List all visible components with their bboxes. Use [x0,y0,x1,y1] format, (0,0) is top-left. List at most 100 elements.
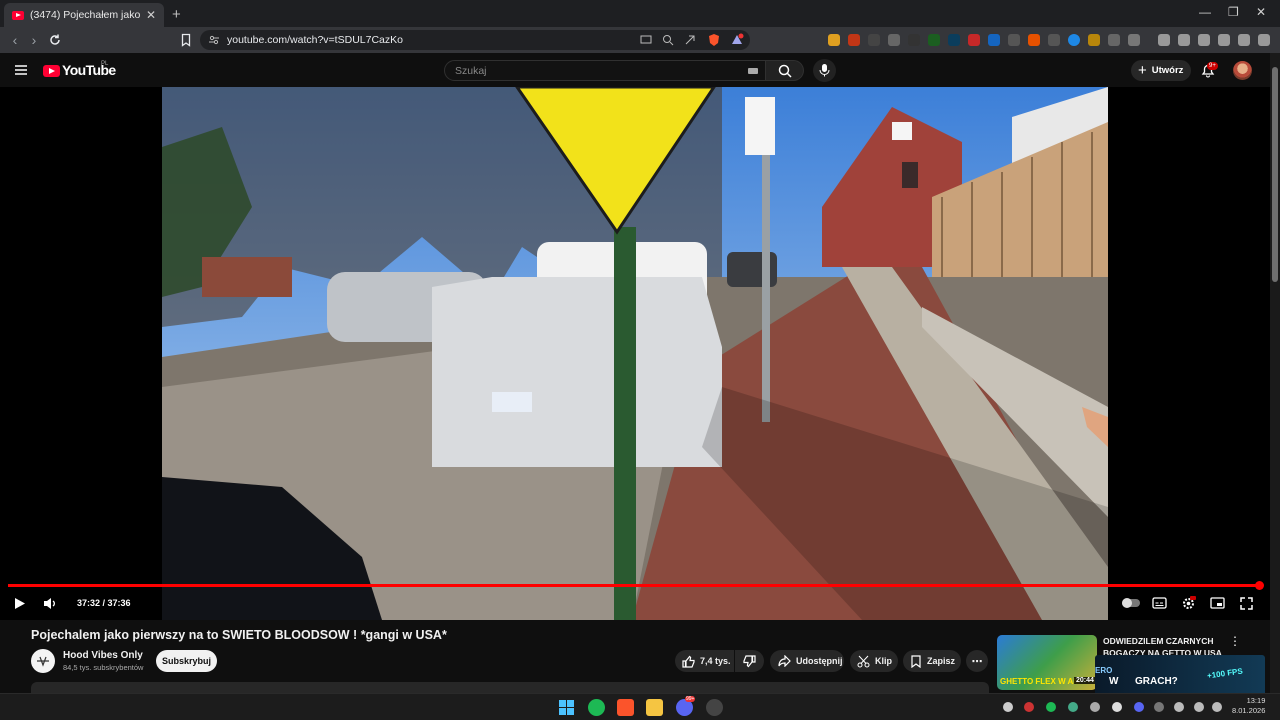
extension-icon[interactable] [968,34,980,46]
wallet-icon[interactable] [1198,34,1210,46]
share-label: Udostępnij [796,656,843,666]
dislike-button[interactable] [735,650,764,672]
tray-icon[interactable] [1154,702,1164,712]
tray-icon[interactable] [1134,702,1144,712]
tray-icon[interactable] [1090,702,1100,712]
subscribe-button[interactable]: Subskrybuj [156,650,217,672]
thumbs-down-icon [743,654,756,668]
url-text: youtube.com/watch?v=tSDUL7CazKo [227,34,403,46]
media-control-icon[interactable] [1158,34,1170,46]
overlay-ad-banner[interactable]: ERO W GRACH? +100 FPS [1095,655,1265,697]
site-settings-icon[interactable] [208,34,220,46]
extension-icon[interactable] [1008,34,1020,46]
voice-search-button[interactable] [813,59,836,82]
cast-icon[interactable] [640,34,652,46]
extension-icon[interactable] [888,34,900,46]
back-icon[interactable]: ‹ [6,31,24,49]
speaker-icon[interactable] [1212,702,1222,712]
youtube-logo-icon[interactable] [43,65,60,77]
extension-icon[interactable] [908,34,920,46]
windows-start-icon[interactable] [558,699,575,716]
progress-bar[interactable] [8,584,1259,587]
extension-icon[interactable] [928,34,940,46]
tray-icon[interactable] [1003,702,1013,712]
avatar[interactable] [1233,61,1252,80]
tray-icon[interactable] [1046,702,1056,712]
save-button[interactable]: Zapisz [903,650,961,672]
extension-icon[interactable] [988,34,1000,46]
ad-fps-badge: +100 FPS [1206,666,1244,681]
forward-icon[interactable]: › [25,31,43,49]
youtube-favicon-icon [12,10,24,20]
share-icon[interactable] [684,34,696,46]
zoom-icon[interactable] [662,34,674,46]
monitor-icon[interactable] [1194,702,1204,712]
progress-scrubber[interactable] [1255,581,1264,590]
extension-icon[interactable] [848,34,860,46]
brave-shields-icon[interactable] [707,33,721,47]
channel-name[interactable]: Hood Vibes Only [63,650,143,661]
autoplay-toggle[interactable] [1121,597,1141,609]
scrollbar-thumb[interactable] [1272,67,1278,282]
miniplayer-icon[interactable] [1210,597,1225,609]
clip-button[interactable]: Klip [850,650,898,672]
subtitles-icon[interactable] [1152,597,1167,609]
play-button[interactable] [13,597,26,610]
maximize-button[interactable]: ❐ [1228,5,1239,19]
network-icon[interactable] [1174,702,1184,712]
extensions-puzzle-icon[interactable] [1108,34,1120,46]
page-scrollbar[interactable] [1270,53,1280,693]
create-button[interactable]: + Utwórz [1131,60,1191,81]
subscriber-count: 84,5 tys. subskrybentów [63,663,144,672]
volume-icon[interactable] [43,597,57,610]
brave-browser-icon[interactable] [617,699,634,716]
hamburger-menu-icon[interactable] [14,63,28,77]
bookmark-icon[interactable] [177,31,195,49]
vpn-icon[interactable] [1238,34,1250,46]
share-button[interactable]: Udostępnij [770,650,844,672]
extension-icon[interactable] [1068,34,1080,46]
thumbs-up-icon [682,655,695,668]
description-box[interactable] [31,682,989,693]
address-bar[interactable]: youtube.com/watch?v=tSDUL7CazKo [200,30,750,50]
tray-icon[interactable] [1112,702,1122,712]
menu-icon[interactable] [1258,34,1270,46]
more-actions-button[interactable]: ⋯ [966,650,988,672]
extension-icon[interactable] [948,34,960,46]
extension-icon[interactable] [1088,34,1100,46]
extension-icon[interactable] [828,34,840,46]
spotify-icon[interactable] [588,699,605,716]
keyboard-icon[interactable] [748,68,758,74]
recommendation-menu-icon[interactable]: ⋮ [1229,634,1241,648]
video-player[interactable] [0,87,1270,620]
brave-rewards-icon[interactable] [730,33,744,47]
settings-gear-icon[interactable] [1181,596,1196,611]
extension-icon[interactable] [868,34,880,46]
minimize-button[interactable]: — [1199,5,1211,19]
browser-tab[interactable]: (3474) Pojechałem jako pierwszy ✕ [4,3,164,27]
discord-icon[interactable]: 99+ [676,696,696,716]
reload-icon[interactable] [46,31,64,49]
extension-icon[interactable] [1028,34,1040,46]
close-window-button[interactable]: ✕ [1256,5,1266,19]
file-explorer-icon[interactable] [646,699,663,716]
search-input[interactable]: Szukaj [444,60,766,81]
share-arrow-icon [778,655,791,667]
extension-icon[interactable] [1048,34,1060,46]
country-code: PL [101,61,109,67]
system-clock[interactable]: 13:19 8.01.2026 [1232,696,1265,716]
tray-icon[interactable] [1068,702,1078,712]
like-button[interactable]: 7,4 tys. [675,650,734,672]
tab-close-icon[interactable]: ✕ [146,8,156,22]
fullscreen-icon[interactable] [1240,597,1253,610]
steam-icon[interactable] [706,699,723,716]
search-button[interactable] [766,60,804,81]
tray-icon[interactable] [1024,702,1034,712]
video-duration: 20:44 [1074,677,1096,684]
video-frame [162,87,1108,620]
channel-avatar[interactable] [31,649,55,673]
sidebar-icon[interactable] [1178,34,1190,46]
new-tab-button[interactable]: + [172,6,181,23]
extension-icon[interactable] [1128,34,1140,46]
leo-ai-icon[interactable] [1218,34,1230,46]
